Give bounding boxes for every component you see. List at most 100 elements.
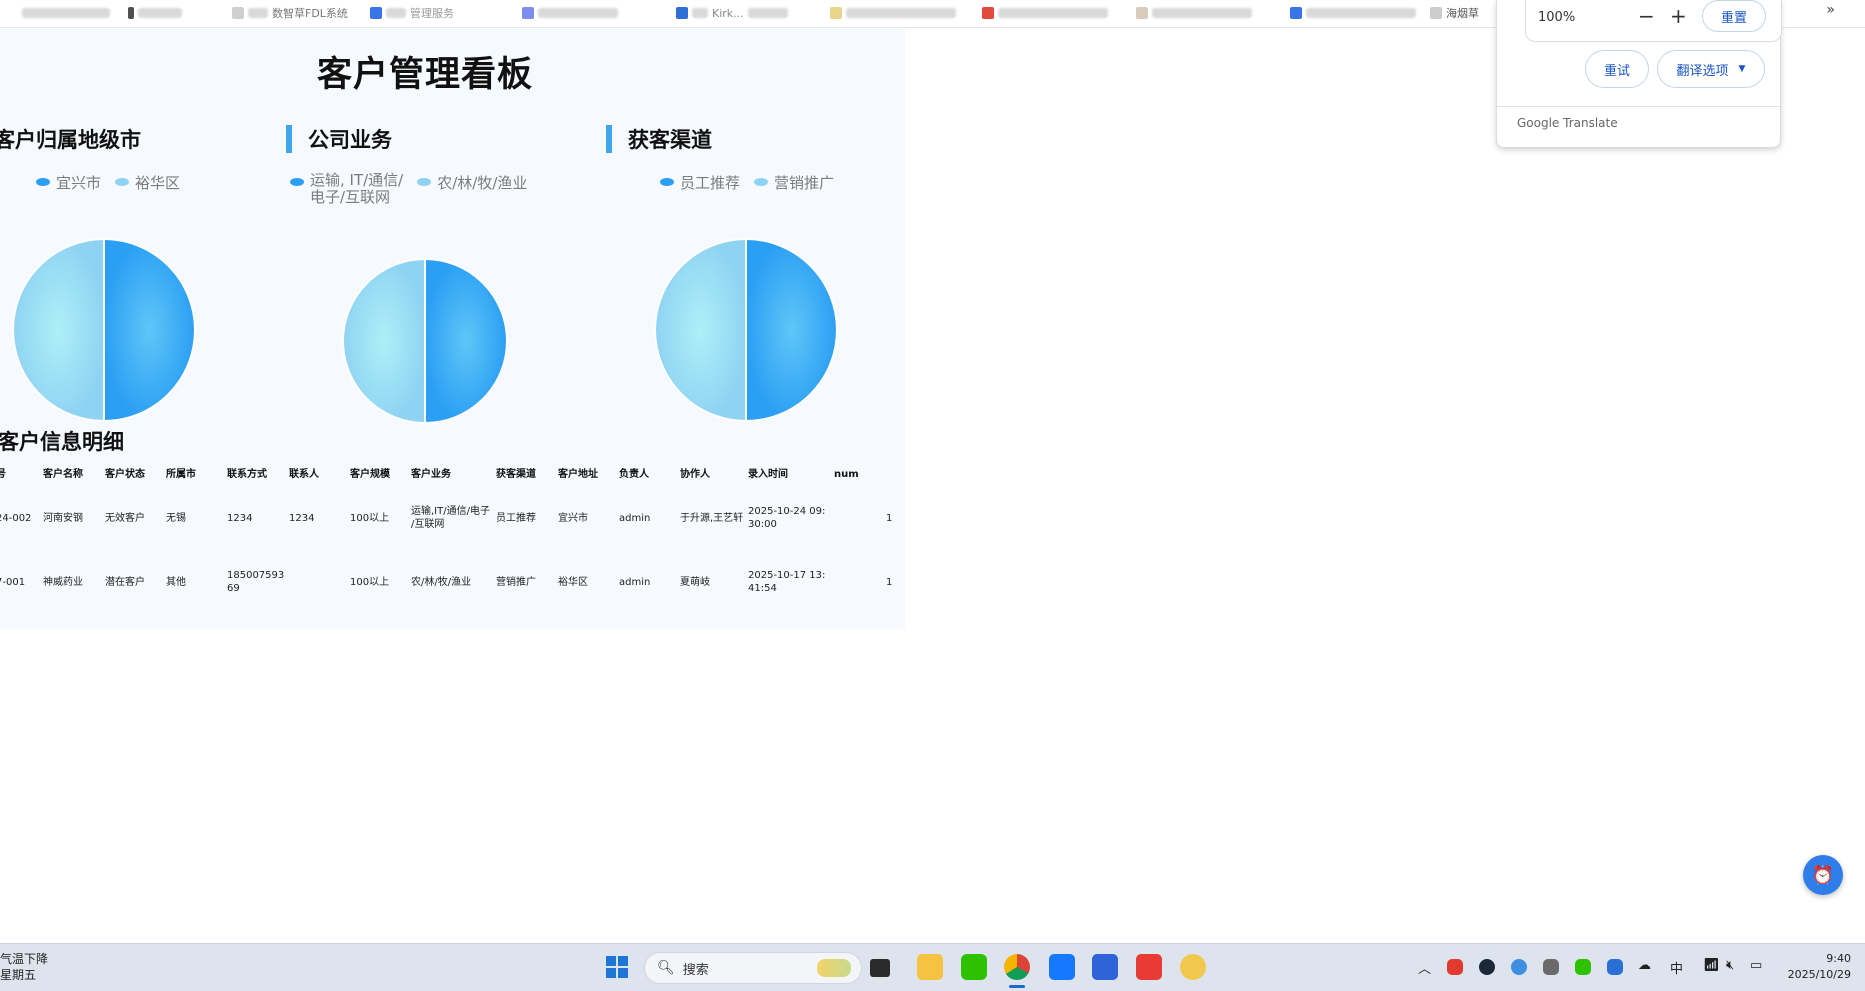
table-cell: 无锡	[166, 513, 186, 524]
ime-indicator[interactable]: 中	[1670, 958, 1683, 977]
column-header[interactable]: 号	[0, 468, 6, 481]
shield-icon[interactable]	[1607, 959, 1623, 975]
pie-slice-primary[interactable]	[424, 258, 508, 424]
legend-item[interactable]: 员工推荐	[660, 172, 740, 193]
table-title: 客户信息明细	[0, 430, 124, 454]
legend-business: 运输, IT/通信/ 电子/互联网 农/林/牧/渔业	[290, 172, 527, 206]
table-cell: 1	[886, 513, 893, 524]
legend-item[interactable]: 营销推广	[754, 172, 834, 193]
sync-icon[interactable]	[1511, 959, 1527, 975]
dashboard-panel: 客户管理看板 客户归属地级市 宜兴市 裕华区 公司业务 运输, IT/通信/ 电…	[0, 28, 905, 630]
pie-slice-primary[interactable]	[745, 238, 838, 422]
steam-icon[interactable]	[1479, 959, 1495, 975]
file-explorer-icon[interactable]	[917, 954, 943, 980]
bookmark-item[interactable]	[830, 6, 956, 20]
legend-item[interactable]: 宜兴市	[36, 172, 101, 193]
table-cell: 农/林/牧/渔业	[411, 577, 472, 588]
bookmark-item[interactable]: 数智草FDL系统	[232, 6, 348, 20]
legend-item[interactable]: 运输, IT/通信/ 电子/互联网	[290, 172, 403, 206]
reset-zoom-button[interactable]: 重置	[1702, 0, 1766, 32]
search-icon: 🔍︎	[657, 960, 675, 976]
legend-item[interactable]: 裕华区	[115, 172, 180, 193]
bookmarks-more-button[interactable]: »	[1826, 2, 1835, 18]
retry-button[interactable]: 重试	[1585, 50, 1649, 88]
section-accent-bar	[286, 125, 292, 153]
legend-item[interactable]: 农/林/牧/渔业	[417, 172, 527, 206]
column-header[interactable]: num	[834, 468, 859, 481]
pie-slice-secondary[interactable]	[342, 258, 426, 424]
device-icon[interactable]	[1543, 959, 1559, 975]
table-cell: 185007593 69	[227, 570, 285, 594]
bookmark-item[interactable]: Kirk...	[676, 6, 788, 20]
pie-chart-city	[12, 238, 196, 422]
volume-muted-icon[interactable]: 🔇︎	[1726, 958, 1734, 973]
weather-widget[interactable]: 气温下降 星期五	[0, 951, 48, 983]
bookmark-item[interactable]	[522, 6, 618, 20]
table-cell: 1	[886, 577, 893, 588]
column-header[interactable]: 所属市	[166, 468, 196, 481]
column-header[interactable]: 客户状态	[105, 468, 145, 481]
pie-slice-secondary[interactable]	[12, 238, 105, 422]
column-header[interactable]: 联系方式	[227, 468, 267, 481]
column-header[interactable]: 客户名称	[43, 468, 83, 481]
active-app-indicator	[1009, 985, 1025, 988]
table-cell: 1234	[227, 513, 253, 524]
translate-options-button[interactable]: 翻译选项 ▼	[1657, 50, 1765, 88]
cloud-off-icon[interactable]: ☁	[1638, 958, 1651, 973]
zoom-in-button[interactable]: +	[1670, 4, 1687, 28]
bookmark-item[interactable]	[1136, 6, 1252, 20]
table-cell: 2025-10-17 13: 41:54	[748, 570, 826, 594]
table-cell: 其他	[166, 577, 186, 588]
wifi-icon[interactable]: 📶︎	[1703, 958, 1720, 973]
column-header[interactable]: 协作人	[680, 468, 710, 481]
column-header[interactable]: 联系人	[289, 468, 319, 481]
column-header[interactable]: 录入时间	[748, 468, 788, 481]
table-cell: 于升源,王艺轩	[680, 513, 744, 524]
tray-expand-icon[interactable]: ︿	[1418, 958, 1431, 977]
pie-chart-channel	[654, 238, 838, 422]
table-cell: 无效客户	[105, 513, 145, 524]
pie-slice-primary[interactable]	[103, 238, 196, 422]
wechat-tray-icon[interactable]	[1575, 959, 1591, 975]
chrome-icon[interactable]	[1004, 954, 1030, 980]
system-clock[interactable]: 9:40 2025/10/29	[1788, 951, 1851, 983]
legend-dot-icon	[36, 178, 50, 186]
table-cell: 24-002	[0, 513, 32, 524]
bookmark-item[interactable]: 管理服务	[370, 6, 454, 20]
table-cell: 7-001	[0, 577, 26, 588]
taskbar: 气温下降 星期五 🔍︎ 搜索 ︿ ☁ 中 📶︎ 🔇︎ ▭ 9:40 2025/1…	[0, 943, 1865, 991]
windows-start-icon[interactable]	[606, 956, 628, 978]
pie-slice-secondary[interactable]	[654, 238, 747, 422]
taskbar-search-input[interactable]: 🔍︎ 搜索	[644, 952, 862, 984]
bookmark-item[interactable]	[982, 6, 1108, 20]
bookmark-item[interactable]	[22, 6, 110, 20]
app-doc-icon[interactable]	[1092, 954, 1118, 980]
dashboard-title: 客户管理看板	[316, 55, 533, 95]
wps-icon[interactable]	[1136, 954, 1162, 980]
legend-dot-icon	[754, 178, 769, 186]
column-header[interactable]: 客户地址	[558, 468, 598, 481]
legend-dot-icon	[290, 178, 304, 186]
bookmark-item[interactable]	[1290, 6, 1416, 20]
bookmark-item[interactable]: 海烟草	[1430, 6, 1479, 20]
table-cell: 河南安钢	[43, 513, 83, 524]
column-header[interactable]: 获客渠道	[496, 468, 536, 481]
assistant-float-button[interactable]: ⏰	[1803, 855, 1843, 895]
section-accent-bar	[606, 125, 612, 153]
battery-icon[interactable]: ▭	[1750, 958, 1762, 973]
app-circle-icon[interactable]	[1180, 954, 1206, 980]
bookmark-item[interactable]	[128, 6, 182, 20]
task-view-icon[interactable]	[870, 959, 890, 977]
table-cell: 2025-10-24 09: 30:00	[748, 506, 826, 530]
app-f-icon[interactable]	[1049, 954, 1075, 980]
column-header[interactable]: 客户业务	[411, 468, 451, 481]
column-header[interactable]: 负责人	[619, 468, 649, 481]
table-cell: 100以上	[350, 577, 390, 588]
table-cell: admin	[619, 577, 651, 588]
table-header-row: 号 客户名称 客户状态 所属市 联系方式 联系人 客户规模 客户业务 获客渠道 …	[0, 468, 905, 488]
table-cell: 1234	[289, 513, 315, 524]
zoom-out-button[interactable]: −	[1638, 4, 1655, 28]
column-header[interactable]: 客户规模	[350, 468, 390, 481]
wechat-icon[interactable]	[961, 954, 987, 980]
tray-app-icon[interactable]	[1447, 959, 1463, 975]
